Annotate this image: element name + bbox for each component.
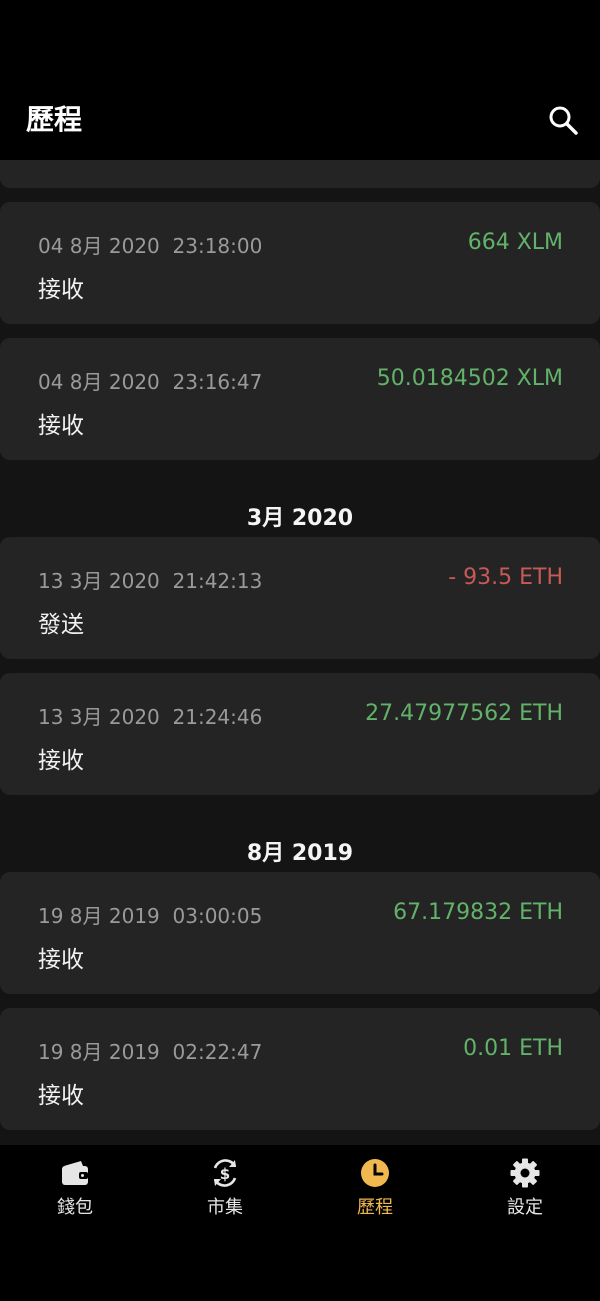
transaction-date: 04 8月 2020 23:18:00 (38, 234, 263, 258)
tab-label: 歷程 (357, 1197, 393, 1218)
list-item-partial[interactable] (0, 160, 600, 188)
tab-label: 市集 (207, 1197, 243, 1218)
transaction-type: 接收 (38, 748, 84, 774)
clock-icon (359, 1157, 391, 1189)
transaction-date: 13 3月 2020 21:24:46 (38, 705, 263, 729)
transaction-date: 19 8月 2019 02:22:47 (38, 1040, 263, 1064)
transaction-type: 接收 (38, 413, 84, 439)
wallet-icon (59, 1157, 91, 1189)
transaction-item[interactable]: 04 8月 2020 23:16:47 接收 50.0184502 XLM (0, 338, 600, 460)
transaction-date: 19 8月 2019 03:00:05 (38, 904, 263, 928)
history-list[interactable]: 04 8月 2020 23:18:00 接收 664 XLM 04 8月 202… (0, 160, 600, 1145)
app-header: 歷程 (0, 0, 600, 160)
search-icon[interactable] (546, 103, 580, 137)
market-exchange-icon: $ (209, 1157, 241, 1189)
transaction-amount: - 93.5 ETH (448, 565, 563, 590)
transaction-type: 接收 (38, 1083, 84, 1109)
transaction-type: 接收 (38, 947, 84, 973)
tab-label: 設定 (507, 1197, 543, 1218)
tab-wallet[interactable]: 錢包 (0, 1145, 150, 1235)
transaction-type: 發送 (38, 612, 84, 638)
transaction-amount: 664 XLM (467, 230, 563, 255)
gear-icon (509, 1157, 541, 1189)
transaction-type: 接收 (38, 277, 84, 303)
svg-text:$: $ (220, 1165, 230, 1183)
bottom-tab-bar: 錢包 $ 市集 歷程 設定 (0, 1145, 600, 1301)
month-group-header: 3月 2020 (246, 506, 354, 531)
transaction-item[interactable]: 13 3月 2020 21:24:46 接收 27.47977562 ETH (0, 673, 600, 795)
transaction-item[interactable]: 19 8月 2019 03:00:05 接收 67.179832 ETH (0, 872, 600, 994)
transaction-date: 04 8月 2020 23:16:47 (38, 370, 263, 394)
transaction-item[interactable]: 13 3月 2020 21:42:13 發送 - 93.5 ETH (0, 537, 600, 659)
transaction-date: 13 3月 2020 21:42:13 (38, 569, 263, 593)
tab-history[interactable]: 歷程 (300, 1145, 450, 1235)
tab-settings[interactable]: 設定 (450, 1145, 600, 1235)
transaction-item[interactable]: 19 8月 2019 02:22:47 接收 0.01 ETH (0, 1008, 600, 1130)
tab-label: 錢包 (57, 1197, 93, 1218)
transaction-amount: 50.0184502 XLM (376, 366, 563, 391)
transaction-amount: 27.47977562 ETH (365, 701, 563, 726)
tab-market[interactable]: $ 市集 (150, 1145, 300, 1235)
transaction-amount: 0.01 ETH (463, 1036, 563, 1061)
transaction-item[interactable]: 04 8月 2020 23:18:00 接收 664 XLM (0, 202, 600, 324)
month-group-header: 8月 2019 (246, 841, 354, 866)
page-title: 歷程 (26, 103, 83, 136)
transaction-amount: 67.179832 ETH (393, 900, 563, 925)
